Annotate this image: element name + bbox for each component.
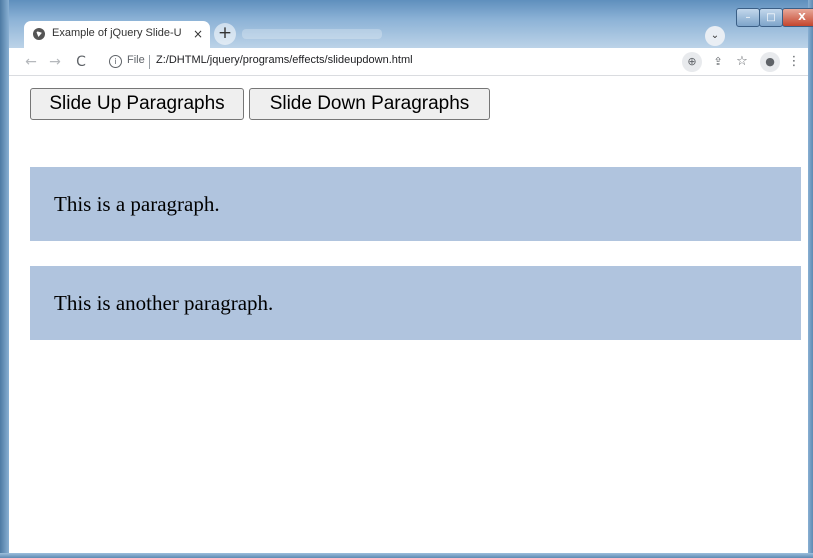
slide-up-button[interactable]: Slide Up Paragraphs [30,88,244,120]
new-tab-button[interactable]: + [214,23,236,45]
tab-strip-background [242,29,382,39]
window-border-right [808,0,813,558]
forward-arrow-icon[interactable]: → [45,52,65,72]
address-separator [149,55,150,69]
scheme-label: File [127,54,145,66]
address-bar-url[interactable]: Z:/DHTML/jquery/programs/effects/slideup… [156,54,413,70]
tab-title: Example of jQuery Slide-Up and [52,27,182,39]
page-viewport: Slide Up Paragraphs Slide Down Paragraph… [9,76,808,553]
slide-down-button[interactable]: Slide Down Paragraphs [249,88,490,120]
back-arrow-icon[interactable]: ← [21,52,41,72]
tab-close-icon[interactable]: × [190,25,206,43]
browser-tab[interactable]: Example of jQuery Slide-Up and × [24,21,210,48]
menu-icon[interactable]: ⋮ [784,52,804,72]
bookmark-star-icon[interactable]: ☆ [732,52,752,72]
tab-search-icon[interactable]: ⌄ [705,26,725,46]
minimize-button[interactable]: – [736,8,760,27]
paragraph: This is another paragraph. [30,266,801,340]
info-icon[interactable]: i [109,55,122,68]
reload-icon[interactable]: C [71,52,91,72]
browser-toolbar: ← → C i File Z:/DHTML/jquery/programs/ef… [9,48,808,76]
zoom-icon[interactable]: ⊕ [682,52,702,72]
share-icon[interactable]: ⇪ [708,52,728,72]
browser-window: Example of jQuery Slide-Up and × + ⌄ – □… [0,0,813,558]
globe-icon [33,28,45,40]
window-border-bottom [0,553,813,558]
close-window-button[interactable]: X [782,8,813,27]
paragraph: This is a paragraph. [30,167,801,241]
window-border-left [0,0,9,558]
profile-icon[interactable]: ● [760,52,780,72]
maximize-button[interactable]: □ [759,8,783,27]
